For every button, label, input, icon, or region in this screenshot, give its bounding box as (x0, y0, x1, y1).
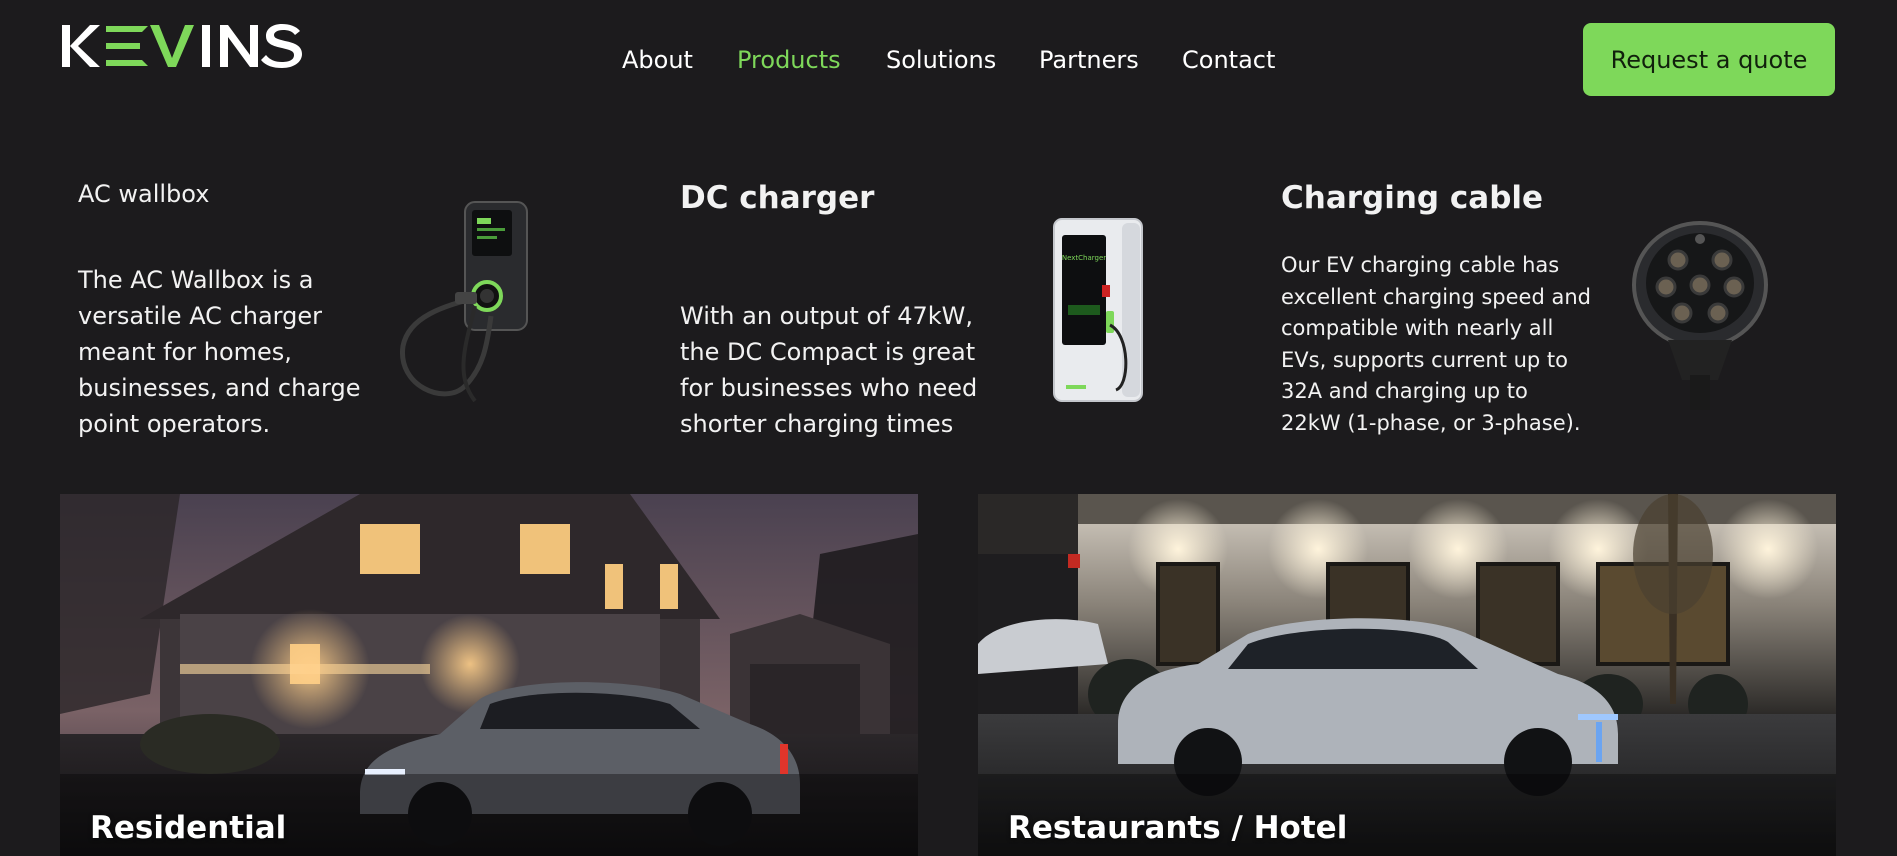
solution-label: Restaurants / Hotel (1008, 810, 1348, 846)
dc-charger-screen-text: NextCharger (1062, 254, 1106, 262)
solution-card-residential[interactable]: Residential (60, 494, 918, 856)
nav-about[interactable]: About (622, 42, 693, 78)
product-description: With an output of 47kW, the DC Compact i… (680, 302, 978, 438)
product-title: AC wallbox (78, 180, 210, 208)
product-title: DC charger (680, 180, 875, 216)
product-title: Charging cable (1281, 180, 1544, 216)
residential-house-car-photo (60, 494, 918, 856)
nav-solutions[interactable]: Solutions (886, 42, 996, 78)
request-quote-button[interactable]: Request a quote (1583, 23, 1835, 96)
product-description: Our EV charging cable has excellent char… (1281, 253, 1591, 435)
site-header: About Products Solutions Partners Contac… (0, 0, 1897, 125)
solution-card-restaurants-hotel[interactable]: Restaurants / Hotel (978, 494, 1836, 856)
ac-wallbox-image[interactable] (395, 196, 545, 411)
nav-partners[interactable]: Partners (1039, 42, 1139, 78)
nav-contact[interactable]: Contact (1182, 42, 1275, 78)
dc-charger-image[interactable]: NextCharger (1050, 215, 1150, 405)
charging-cable-plug-image[interactable] (1630, 215, 1770, 410)
restaurant-hotel-car-photo (978, 494, 1836, 856)
solution-label: Residential (90, 810, 287, 846)
product-description: The AC Wallbox is a versatile AC charger… (78, 266, 361, 438)
nav-products[interactable]: Products (737, 42, 841, 78)
